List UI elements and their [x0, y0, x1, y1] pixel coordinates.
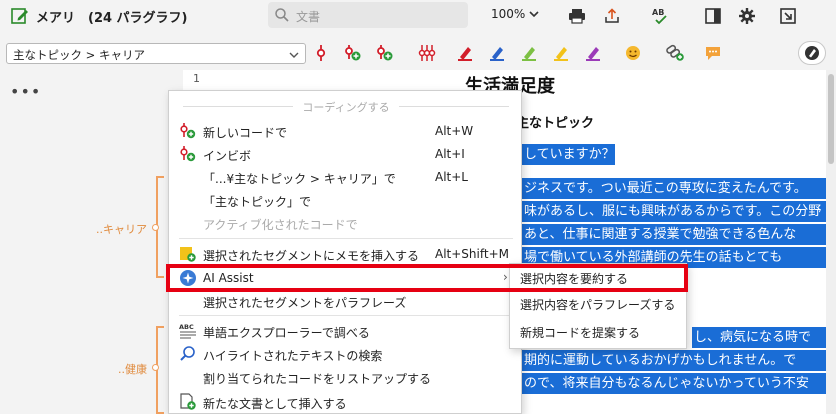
in-vivo-code-icon [179, 145, 197, 163]
menu-item-label: 新しいコードで [203, 126, 288, 140]
menu-item-word-explorer[interactable]: ABC 単語エクスプローラーで調べる [169, 319, 523, 343]
menu-separator [179, 315, 513, 316]
highlight-red-icon[interactable] [454, 43, 476, 63]
menu-item-shortcut: Alt+W [435, 124, 474, 138]
multi-code-icon[interactable] [416, 43, 438, 63]
menu-item-list-codes[interactable]: 割り当てられたコードをリストアップする [169, 365, 523, 389]
menu-item-code-new[interactable]: 新しいコードで Alt+W [169, 119, 523, 143]
menu-item-code-current[interactable]: 「...¥主なトピック > キャリア」で Alt+L [169, 165, 523, 189]
highlight-blue-icon[interactable] [486, 43, 508, 63]
menu-item-label: 割り当てられたコードをリストアップする [203, 372, 432, 386]
menu-item-label: インビボ [203, 149, 252, 163]
svg-text:AB: AB [652, 8, 664, 17]
menu-item-ai-assist[interactable]: AI Assist › [169, 266, 523, 290]
memo-add-icon [179, 245, 197, 263]
panel-layout-icon[interactable] [702, 5, 724, 27]
word-explorer-icon: ABC [179, 322, 197, 340]
ai-assist-submenu: 選択内容を要約する 選択内容をパラフレーズする 新規コードを提案する [509, 263, 687, 349]
selected-text-line[interactable]: あと、仕事に関連する授業で勉強できる色んな [522, 224, 826, 245]
chevron-down-icon [289, 49, 299, 63]
search-placeholder: 文書 [296, 10, 321, 24]
coding-stripe-panel: ••• ..キャリア ..健康 [0, 70, 183, 414]
search-box[interactable]: 文書 [268, 2, 468, 28]
code-bracket-handle[interactable] [152, 364, 159, 371]
menu-item-label: 新たな文書として挿入する [203, 397, 347, 411]
menu-item-label: 選択されたセグメントをパラフレーズ [203, 296, 407, 310]
menu-item-label: 選択されたセグメントにメモを挿入する [203, 249, 420, 263]
ai-assist-icon [179, 269, 197, 287]
emoticode-icon[interactable] [622, 43, 644, 63]
edit-document-icon [10, 6, 30, 26]
link-add-icon[interactable] [664, 43, 686, 63]
comment-icon[interactable] [702, 43, 724, 63]
selected-text-line[interactable]: していますか？ [522, 144, 615, 165]
highlight-purple-icon[interactable] [582, 43, 604, 63]
menu-item-search-highlight[interactable]: ハイライトされたテキストの検索 [169, 342, 523, 366]
menu-item-insert-document[interactable]: 新たな文書として挿入する [169, 390, 523, 414]
code-bracket-handle[interactable] [152, 224, 159, 231]
menu-item-shortcut: Alt+L [435, 170, 468, 184]
paragraph-number: 1 [193, 72, 200, 85]
search-icon [179, 345, 197, 363]
highlight-green-icon[interactable] [518, 43, 540, 63]
selected-text-line[interactable]: ので、将来自分もなるんじゃないかっていう不安 [522, 373, 826, 394]
svg-text:ABC: ABC [179, 323, 194, 331]
edit-mode-toggle[interactable] [798, 41, 826, 65]
submenu-item-label: 新規コードを提案する [520, 326, 641, 340]
print-icon[interactable] [566, 5, 588, 27]
search-icon [274, 7, 290, 26]
chevron-down-icon[interactable] [528, 8, 540, 23]
menu-item-label: 「主なトピック」で [203, 195, 312, 209]
menu-item-label: 「...¥主なトピック > キャリア」で [203, 172, 396, 186]
selected-text-line[interactable]: し、病気になる時で [692, 327, 826, 348]
document-add-icon [179, 393, 197, 411]
selected-text-line[interactable]: 期的に運動しているおかげかもしれません。で [522, 350, 826, 371]
menu-item-code-parent[interactable]: 「主なトピック」で [169, 188, 523, 212]
chevron-right-icon: › [503, 270, 508, 284]
document-title: メアリ (24 パラグラフ) [36, 11, 188, 26]
context-menu: コーディングする 新しいコードで Alt+W インビボ Alt+I 「...¥主… [168, 90, 522, 414]
code-dropdown[interactable]: 主なトピック > キャリア [6, 43, 306, 64]
highlight-yellow-icon[interactable] [550, 43, 572, 63]
more-options-icon[interactable]: ••• [10, 82, 41, 101]
submenu-item-label: 選択内容を要約する [520, 272, 629, 286]
submenu-item-summarize[interactable]: 選択内容を要約する [510, 265, 688, 289]
export-icon[interactable] [601, 5, 623, 27]
menu-item-label: 単語エクスプローラーで調べる [203, 326, 370, 340]
scrollbar-thumb[interactable] [828, 74, 834, 164]
coding-toolbar: 主なトピック > キャリア [0, 38, 836, 68]
menu-item-label: アクティブ化されたコードで [203, 218, 358, 232]
menu-item-shortcut: Alt+Shift+M [435, 247, 509, 261]
spellcheck-icon[interactable]: AB [650, 5, 672, 27]
selected-text-line[interactable]: 味があるし、服にも興味があるからです。この分野 [522, 201, 826, 222]
new-code-icon[interactable] [342, 43, 364, 63]
menu-item-label: ハイライトされたテキストの検索 [203, 349, 383, 363]
submenu-item-label: 選択内容をパラフレーズする [520, 298, 676, 312]
new-code-icon [179, 122, 197, 140]
menu-separator [179, 238, 513, 239]
submenu-item-paraphrase[interactable]: 選択内容をパラフレーズする [510, 291, 688, 315]
code-label-health[interactable]: ..健康 [118, 361, 147, 377]
code-with-current-icon[interactable] [310, 43, 332, 63]
submenu-item-suggest-codes[interactable]: 新規コードを提案する [510, 319, 688, 343]
menu-item-code-activated: アクティブ化されたコードで [169, 211, 523, 235]
menu-item-paraphrase[interactable]: 選択されたセグメントをパラフレーズ [169, 289, 523, 313]
menu-item-shortcut: Alt+I [435, 147, 465, 161]
code-dropdown-value: 主なトピック > キャリア [13, 48, 145, 62]
in-vivo-code-icon[interactable] [374, 43, 396, 63]
gear-icon[interactable] [736, 5, 758, 27]
code-label-career[interactable]: ..キャリア [96, 221, 147, 237]
menu-item-in-vivo[interactable]: インビボ Alt+I [169, 142, 523, 166]
selected-text-line[interactable]: ジネスです。つい最近この専攻に変えたんです。 [522, 178, 826, 199]
open-external-icon[interactable] [777, 5, 799, 27]
menu-section-header: コーディングする [169, 99, 523, 115]
zoom-level[interactable]: 100% [491, 7, 525, 21]
title-bar: メアリ (24 パラグラフ) 文書 100% AB [0, 0, 836, 34]
document-scrollbar[interactable] [826, 70, 836, 414]
menu-item-insert-memo[interactable]: 選択されたセグメントにメモを挿入する Alt+Shift+M [169, 242, 523, 266]
menu-item-label: AI Assist [203, 271, 254, 285]
